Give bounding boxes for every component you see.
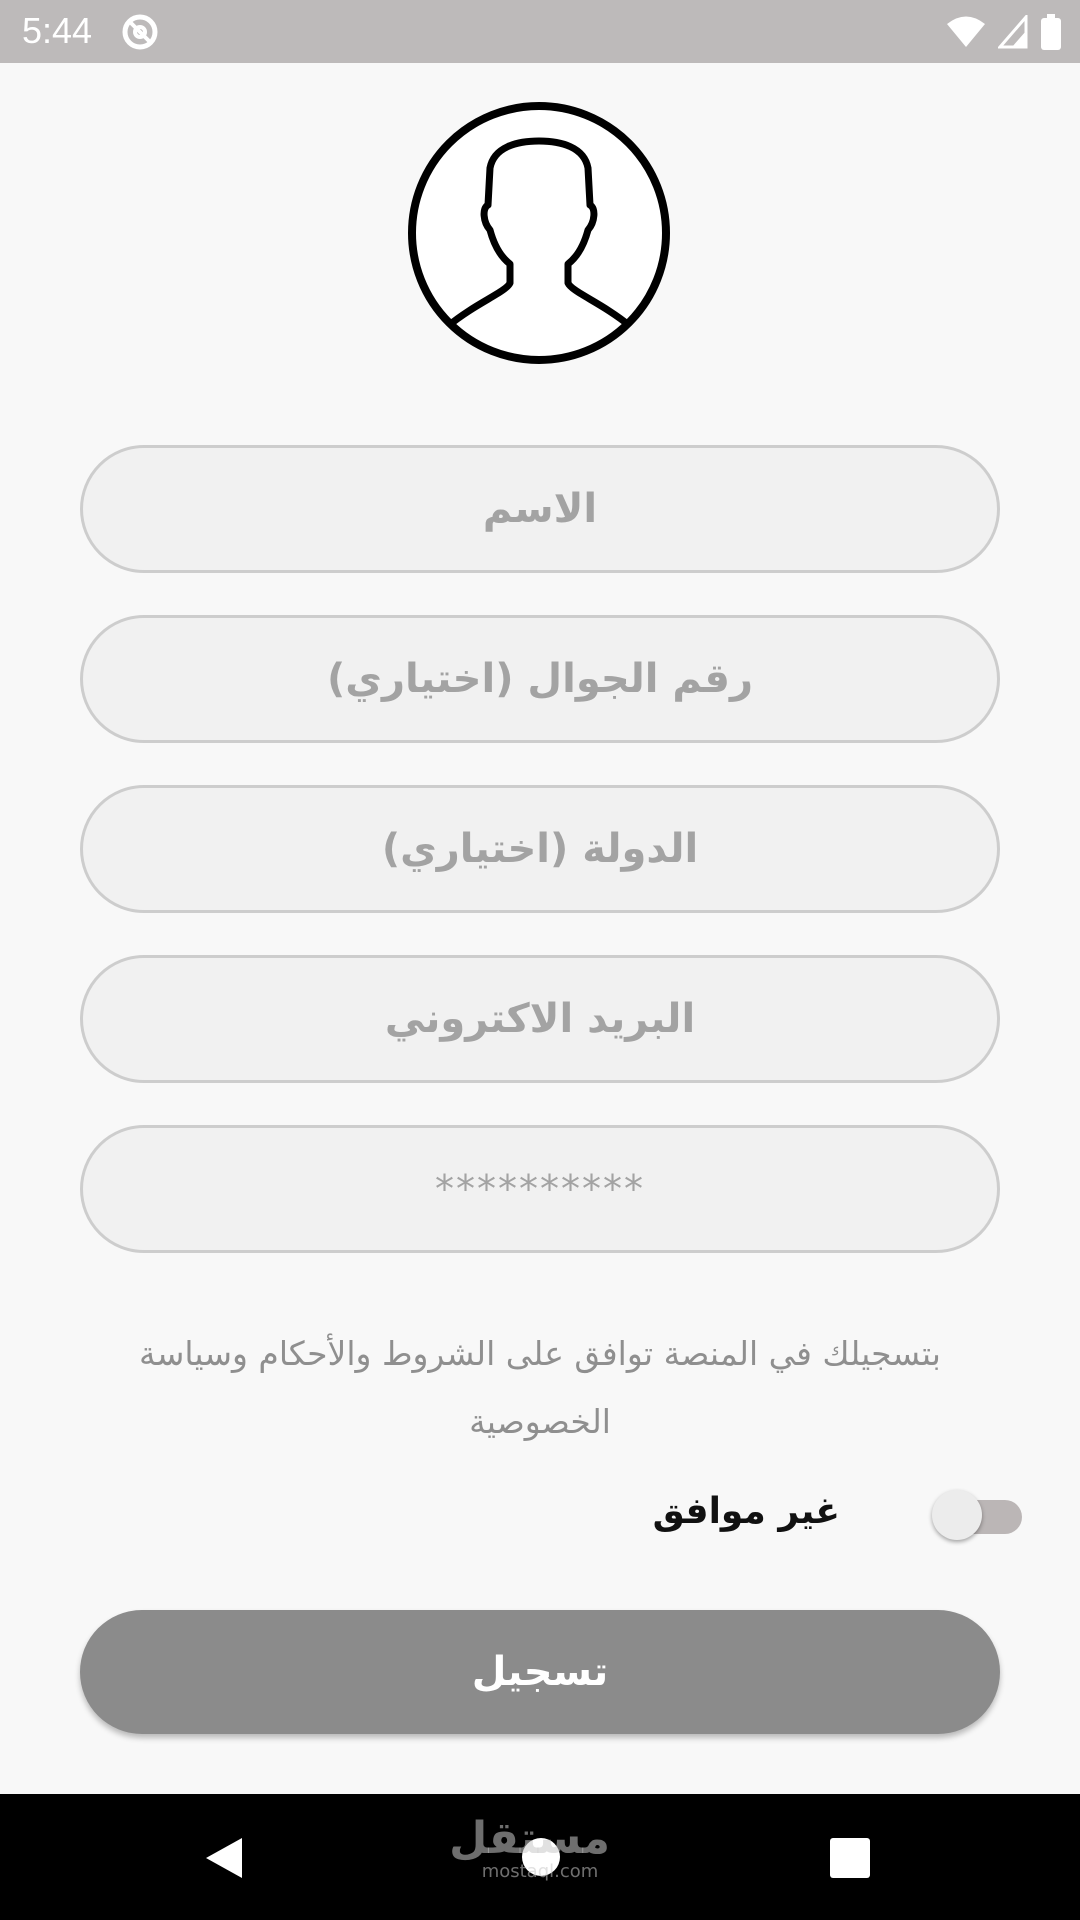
watermark: مستقل mostaql.com: [449, 1813, 610, 1882]
register-button[interactable]: تسجيل: [80, 1610, 1000, 1734]
register-screen: 5:44 الاسم رقم الجوال (اختياري) الدولة (…: [0, 0, 1080, 1920]
email-placeholder: البريد الاكتروني: [384, 996, 696, 1042]
at-sign-icon: [122, 14, 158, 50]
wifi-icon: [947, 16, 985, 47]
email-field[interactable]: البريد الاكتروني: [80, 955, 1000, 1083]
toggle-thumb: [932, 1490, 982, 1540]
navigation-bar: مستقل mostaql.com: [0, 1794, 1080, 1920]
phone-placeholder: رقم الجوال (اختياري): [327, 656, 753, 702]
battery-icon: [1041, 14, 1061, 50]
recents-icon[interactable]: [830, 1838, 870, 1878]
country-placeholder: الدولة (اختياري): [381, 826, 699, 872]
name-placeholder: الاسم: [482, 486, 598, 532]
agreement-toggle[interactable]: [930, 1485, 1026, 1540]
watermark-sub: mostaql.com: [481, 1861, 599, 1882]
agreement-label: غير موافق: [652, 1490, 840, 1532]
terms-text: بتسجيلك في المنصة توافق على الشروط والأح…: [139, 1334, 941, 1441]
password-placeholder: **********: [435, 1167, 645, 1211]
back-icon[interactable]: [204, 1836, 244, 1880]
status-bar: 5:44: [0, 0, 1080, 63]
register-button-label: تسجيل: [471, 1649, 609, 1695]
status-icons: [946, 12, 1062, 52]
status-time: 5:44: [22, 10, 93, 51]
password-field[interactable]: **********: [80, 1125, 1000, 1253]
user-silhouette-icon[interactable]: [406, 100, 672, 366]
phone-field[interactable]: رقم الجوال (اختياري): [80, 615, 1000, 743]
cell-signal-icon: [998, 15, 1028, 49]
country-field[interactable]: الدولة (اختياري): [80, 785, 1000, 913]
name-field[interactable]: الاسم: [80, 445, 1000, 573]
watermark-main: مستقل: [449, 1813, 610, 1864]
